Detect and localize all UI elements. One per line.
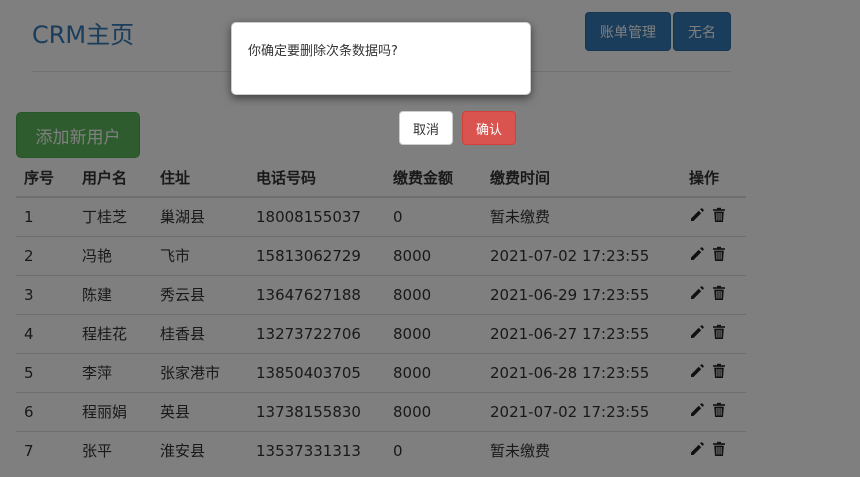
- cancel-button[interactable]: 取消: [399, 111, 453, 145]
- dialog-message: 你确定要删除次条数据吗?: [248, 44, 398, 59]
- delete-confirm-dialog: 你确定要删除次条数据吗?: [231, 22, 531, 95]
- confirm-button[interactable]: 确认: [462, 111, 516, 145]
- crm-page: CRM主页 账单管理 无名 添加新用户 序号 用户名 住址 电话号码 缴费金额 …: [0, 0, 860, 477]
